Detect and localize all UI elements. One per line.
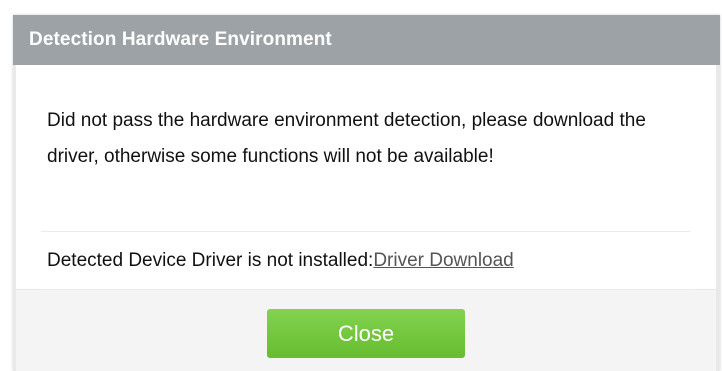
driver-download-link[interactable]: Driver Download	[373, 250, 513, 271]
content-divider-top	[41, 231, 691, 232]
driver-status-text: Detected Device Driver is not installed:	[47, 250, 374, 271]
dialog-content: Did not pass the hardware environment de…	[16, 65, 716, 290]
dialog-title: Detection Hardware Environment	[29, 29, 332, 50]
driver-status-row: Detected Device Driver is not installed:…	[47, 243, 514, 279]
dialog-title-bar: Detection Hardware Environment	[13, 15, 720, 65]
detection-message: Did not pass the hardware environment de…	[47, 110, 646, 167]
detection-hardware-dialog: Detection Hardware Environment Did not p…	[13, 15, 720, 371]
dialog-footer: Close	[16, 290, 716, 371]
close-button[interactable]: Close	[267, 309, 465, 358]
